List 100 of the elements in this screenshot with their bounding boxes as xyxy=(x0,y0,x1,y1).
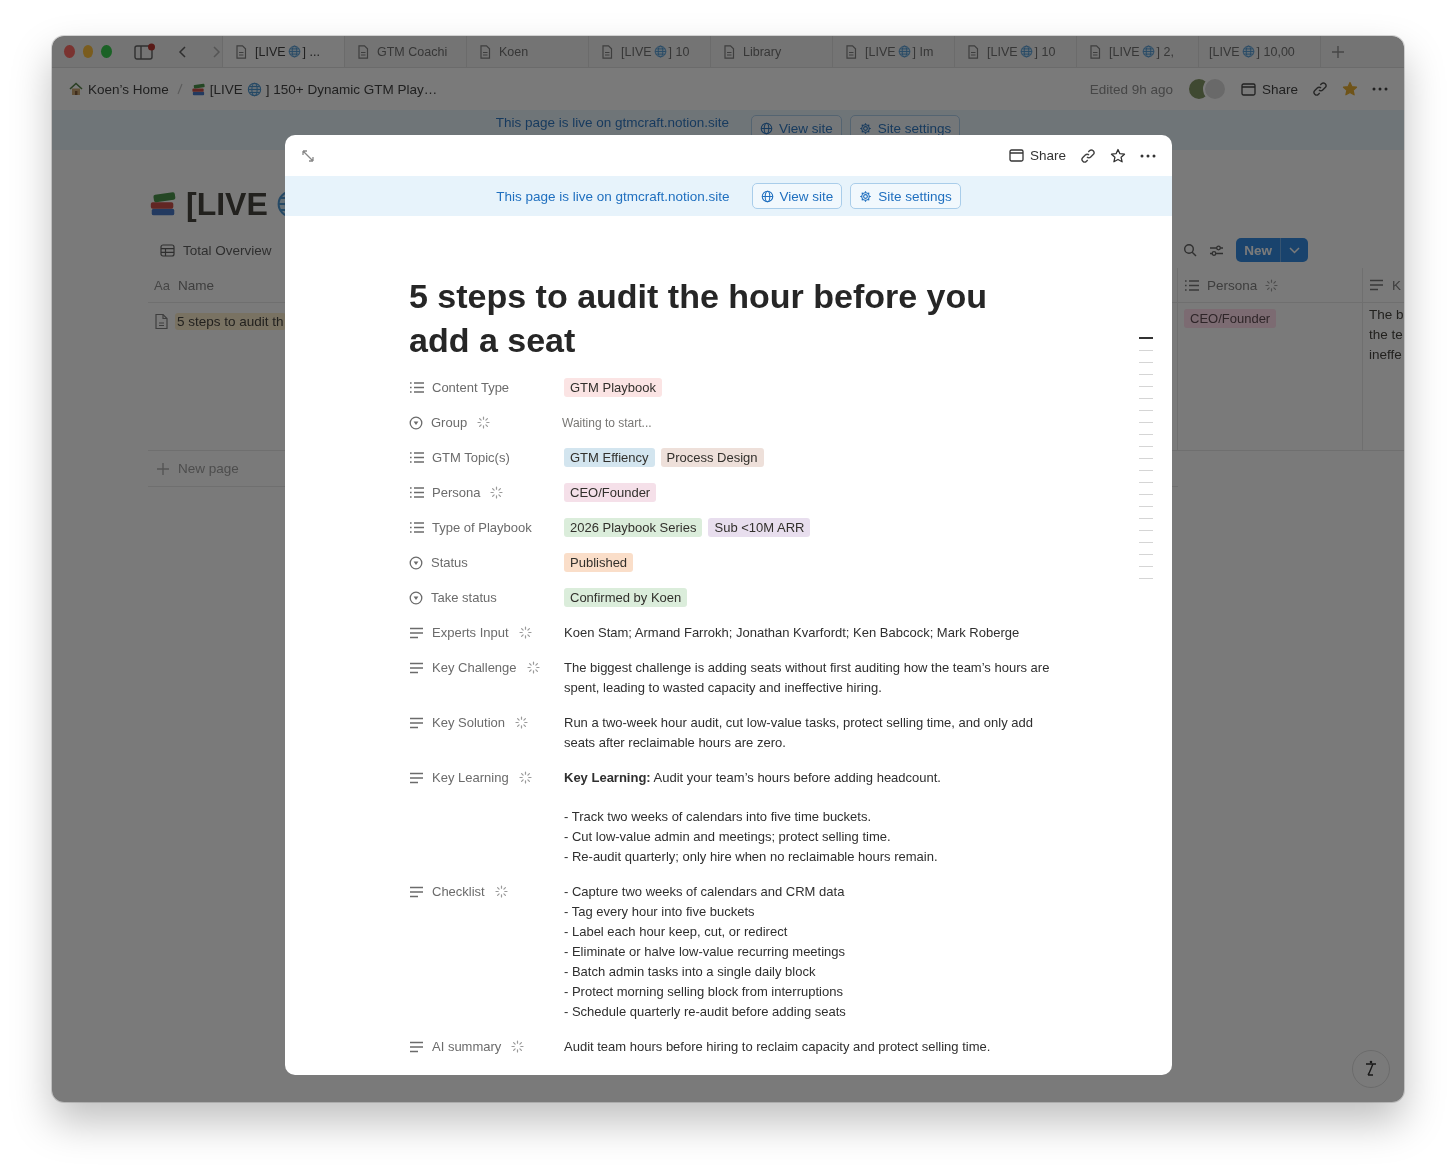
view-site-button[interactable]: View site xyxy=(751,183,843,209)
table-cell-text: The b xyxy=(1369,306,1404,324)
option-tag: 2026 Playbook Series xyxy=(564,517,703,537)
list-icon xyxy=(1184,278,1199,292)
site-settings-button[interactable]: Site settings xyxy=(850,183,961,209)
text-lines-icon xyxy=(1369,279,1384,291)
books-icon xyxy=(190,81,206,97)
property-label[interactable]: Status xyxy=(431,555,468,570)
plus-icon xyxy=(156,461,170,476)
avatar xyxy=(1202,77,1227,101)
option-tag: CEO/Founder xyxy=(564,482,657,502)
browser-tab[interactable]: [LIVE ] 10,00 xyxy=(1198,36,1320,67)
table-icon xyxy=(160,243,175,257)
property-value: - Re-audit quarterly; only hire when no reclaimable hours remain. xyxy=(564,847,939,866)
property-value: - Label each hour keep, cut, or redirect xyxy=(564,922,789,941)
property-label[interactable]: Key Learning xyxy=(432,770,509,785)
breadcrumb-separator-icon xyxy=(176,83,183,95)
link-icon[interactable] xyxy=(1080,147,1096,164)
property-value: - Cut low-value admin and meetings; protect selling time. xyxy=(564,827,892,846)
list-icon xyxy=(409,486,424,499)
browser-tab[interactable]: GTM Coachi xyxy=(344,36,466,67)
browser-tab[interactable]: [LIVE ] Im xyxy=(832,36,954,67)
settings-icon xyxy=(858,121,872,135)
star-icon[interactable] xyxy=(1110,147,1126,164)
close-window-button[interactable] xyxy=(64,45,75,58)
property-label[interactable]: Key Solution xyxy=(432,715,505,730)
browser-tab[interactable]: [LIVE ] ... xyxy=(222,36,344,67)
property-label[interactable]: Experts Input xyxy=(432,625,509,640)
property-value: - Eliminate or halve low-value recurring meetings xyxy=(564,942,847,961)
text-lines-icon xyxy=(409,626,424,639)
share-button[interactable]: Share xyxy=(1008,148,1066,163)
property-label[interactable]: Checklist xyxy=(432,884,485,899)
browser-tab[interactable]: [LIVE ] 10 xyxy=(954,36,1076,67)
property-value: - Protect morning selling block from interruptions xyxy=(564,982,844,1001)
table-cell-text: ineffe xyxy=(1369,346,1403,364)
text-lines-icon xyxy=(409,716,424,729)
page-icon xyxy=(154,313,169,330)
text-lines-icon xyxy=(409,885,424,898)
browser-tab[interactable]: [LIVE ] 2, xyxy=(1076,36,1198,67)
page-title: 5 steps to audit the hour before you add a seat xyxy=(409,276,989,361)
share-button[interactable]: Share xyxy=(1240,81,1298,97)
column-header[interactable]: K xyxy=(1363,268,1404,303)
property-label[interactable]: Type of Playbook xyxy=(432,520,532,535)
sidebar-toggle-icon[interactable] xyxy=(134,42,157,61)
property-value: Audit team hours before hiring to reclaim capacity and protect selling time. xyxy=(564,1037,992,1056)
new-tab-icon[interactable] xyxy=(1330,44,1345,59)
option-tag: GTM Playbook xyxy=(564,377,662,397)
expand-icon[interactable] xyxy=(301,148,315,163)
ai-assistant-button[interactable] xyxy=(1352,1050,1390,1088)
browser-tab[interactable]: [LIVE ] 10 xyxy=(588,36,710,67)
property-label[interactable]: Take status xyxy=(431,590,497,605)
browser-tab[interactable]: Koen xyxy=(466,36,588,67)
property-value: Run a two-week hour audit, cut low-value tasks, protect selling time, and only add seats after reclaimable hours are zero. xyxy=(564,713,1034,752)
property-value: Koen Stam; Armand Farrokh; Jonathan Kvarfordt; Ken Babcock; Mark Roberge xyxy=(564,623,1021,642)
column-header[interactable]: Persona xyxy=(1178,268,1363,303)
property-label[interactable]: GTM Topic(s) xyxy=(432,450,510,465)
property-label[interactable]: Key Challenge xyxy=(432,660,517,675)
property-label[interactable]: Persona xyxy=(432,485,481,500)
status-icon xyxy=(409,590,423,605)
view-tab[interactable]: Total Overview xyxy=(148,242,284,258)
property-label[interactable]: Content Type xyxy=(432,380,510,395)
globe-icon xyxy=(760,121,773,135)
property-value: - Capture two weeks of calendars and CRM data xyxy=(564,882,846,901)
page-title: [LIVE xyxy=(186,185,268,223)
zoom-window-button[interactable] xyxy=(101,45,112,58)
option-tag: GTM Effiency xyxy=(564,447,655,467)
option-tag: Process Design xyxy=(660,447,764,467)
filter-sliders-icon[interactable] xyxy=(1209,243,1225,257)
option-tag: Sub <10M ARR xyxy=(708,517,811,537)
property-value: - Track two weeks of calendars into five time buckets. xyxy=(564,807,873,826)
status-icon xyxy=(409,555,423,570)
persona-tag: CEO/Founder xyxy=(1184,309,1277,328)
caret-down-icon[interactable] xyxy=(1289,246,1300,254)
star-icon[interactable] xyxy=(1342,81,1358,97)
browser-tab[interactable]: Library xyxy=(710,36,832,67)
browser-window-icon xyxy=(1008,149,1024,162)
property-label[interactable]: Group xyxy=(431,415,468,430)
option-tag: Confirmed by Koen xyxy=(564,587,688,607)
more-icon[interactable] xyxy=(1140,153,1156,158)
property-value: - Tag every hour into five buckets xyxy=(564,902,756,921)
list-icon xyxy=(409,381,424,394)
page-link[interactable]: 5 steps to audit th xyxy=(175,313,286,330)
text-lines-icon xyxy=(409,661,424,674)
property-value: Key Learning: Audit your team’s hours before adding headcount. xyxy=(564,768,942,787)
live-site-notice: This page is live on gtmcraft.notion.site xyxy=(496,188,730,204)
property-value: - Batch admin tasks into a single daily block xyxy=(564,962,817,981)
search-icon[interactable] xyxy=(1183,243,1198,257)
globe-icon xyxy=(760,189,774,203)
autofill-status-text: Waiting to start... xyxy=(562,414,652,432)
text-lines-icon xyxy=(409,1040,424,1053)
house-icon xyxy=(68,81,84,97)
breadcrumb-link[interactable]: [LIVE ] 150+ Dynamic GTM Play… xyxy=(190,81,438,97)
live-site-notice: This page is live on gtmcraft.notion.site xyxy=(495,115,729,130)
browser-window-icon xyxy=(1240,82,1256,96)
list-icon xyxy=(409,521,424,534)
property-label[interactable]: AI summary xyxy=(432,1039,502,1054)
list-icon xyxy=(409,451,424,464)
breadcrumb-link[interactable]: Koen’s Home xyxy=(68,81,169,97)
option-tag: Published xyxy=(564,552,634,572)
new-button[interactable]: New xyxy=(1236,238,1308,262)
